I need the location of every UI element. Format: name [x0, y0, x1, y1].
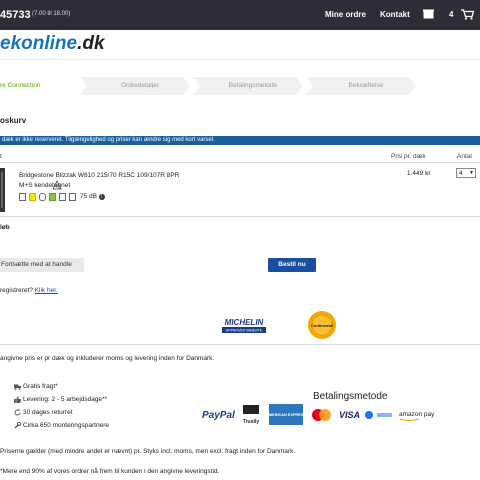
top-bar: 45733 (7.00 til 18.00) Mine ordre Kontak… [0, 0, 480, 30]
michelin-approved-logo: MICHELIN APPROVED WEBSITE [222, 318, 266, 333]
mastercard-right-circle [319, 409, 331, 421]
trustly-logo: Trustly [243, 419, 260, 425]
continental-seal-logo: Continental [308, 311, 336, 339]
quantity-value: 4 [459, 170, 463, 177]
benefit-text: Gratis fragt* [23, 383, 58, 390]
nav-my-orders[interactable]: Mine ordre [325, 10, 366, 19]
noise-value: 75 dB [80, 193, 97, 200]
opening-hours: (7.00 til 18.00) [32, 11, 71, 17]
eu-label-icon[interactable] [19, 193, 26, 201]
trustly-mark [243, 405, 259, 414]
continue-shopping-button[interactable]: Fortsætte med at handle [0, 258, 84, 272]
phone-number[interactable]: 45733 [0, 9, 31, 21]
footnote-prices: Priserne gælder (med mindre andet er næv… [0, 448, 296, 455]
michelin-sub-text: APPROVED WEBSITE [226, 329, 263, 333]
return-icon [14, 409, 21, 416]
ms-marking: M+S kendetegnet [19, 182, 71, 189]
price-info: angivne pris er pr dæk og inkluderer mom… [0, 355, 215, 362]
step-payment-method: Betalingsmetode [228, 82, 278, 89]
logo-tld: .dk [77, 33, 105, 54]
noise-level: 75 dB i [80, 193, 105, 200]
register-link[interactable]: Klik her. [35, 287, 58, 294]
snow-grip-icon[interactable] [69, 193, 76, 201]
mail-icon[interactable] [423, 9, 434, 19]
mobilepay-icon [365, 411, 373, 419]
table-header-divider [0, 162, 480, 163]
benefit-text: Cirka 650 monteringspartnere [23, 422, 109, 429]
tyre-image[interactable] [0, 168, 6, 212]
section-divider [0, 344, 480, 345]
benefit-text: 30 dages returret [23, 409, 73, 416]
checkout-steps: re Connection Ordredetaljer Betalingsmet… [0, 77, 480, 95]
total-label: løb [0, 224, 10, 231]
quantity-select[interactable]: 4 ▼ [456, 168, 476, 178]
logo-main: ekonline [0, 33, 78, 54]
info-icon[interactable]: i [98, 194, 105, 200]
benefit-text: Levering: 2 - 5 arbejdsdage** [23, 396, 108, 403]
row-divider [0, 216, 480, 217]
col-product: t [0, 153, 2, 160]
visa-logo: VISA [339, 410, 360, 420]
payment-methods-title: Betalingsmetode [313, 391, 388, 402]
rating-badge-icon[interactable] [49, 193, 56, 201]
amazon-pay-logo: amazon pay [399, 411, 435, 418]
paypal-logo: PayPal [202, 410, 235, 421]
thumbs-up-icon [14, 396, 21, 403]
mobilepay-wordmark [377, 413, 392, 417]
amazon-smile [399, 418, 420, 421]
register-text: registreret? [0, 287, 33, 294]
payment-logos: PayPal Trustly AMERICAN EXPRESS VISA ama… [187, 403, 480, 427]
site-logo[interactable]: ekonline.dk [0, 33, 105, 55]
chevron-down-icon: ▼ [469, 170, 474, 176]
unit-price: 1.449 kr [407, 170, 431, 177]
fuel-efficiency-icon[interactable] [29, 193, 36, 201]
cart-count[interactable]: 4 [449, 10, 453, 19]
header-divider [0, 59, 480, 60]
footnote-delivery: *Mere end 90% af vores ordrer nå frem ti… [0, 468, 220, 475]
amex-logo: AMERICAN EXPRESS [266, 413, 306, 417]
step-confirmation: Bekræftelse [348, 82, 384, 89]
step-order-details: Ordredetaljer [121, 82, 159, 89]
availability-alert: dæk er ikke reserveret. Tilgængelighed o… [0, 136, 480, 145]
wet-grip-icon[interactable] [39, 193, 46, 201]
truck-icon [14, 384, 21, 390]
order-now-button[interactable]: Bestil nu [268, 258, 316, 272]
cart-title: oskurv [0, 116, 27, 125]
payment-logos-svg: PayPal Trustly AMERICAN EXPRESS VISA ama… [202, 404, 435, 425]
nav-contact[interactable]: Kontakt [380, 10, 410, 19]
wrench-icon [14, 422, 21, 429]
noise-class-icon[interactable] [59, 193, 66, 201]
product-name[interactable]: Bridgestone Blizzak W810 215/70 R15C 109… [19, 172, 179, 179]
shopping-cart-icon[interactable] [461, 9, 474, 20]
col-qty: Antal [457, 153, 472, 160]
snowflake-mountain-icon [52, 180, 62, 190]
col-price: Pris pr. dæk [391, 153, 426, 160]
continental-text: Continental [311, 323, 333, 328]
michelin-text: MICHELIN [225, 318, 264, 327]
register-prompt: registreret? Klik her. [0, 287, 58, 294]
